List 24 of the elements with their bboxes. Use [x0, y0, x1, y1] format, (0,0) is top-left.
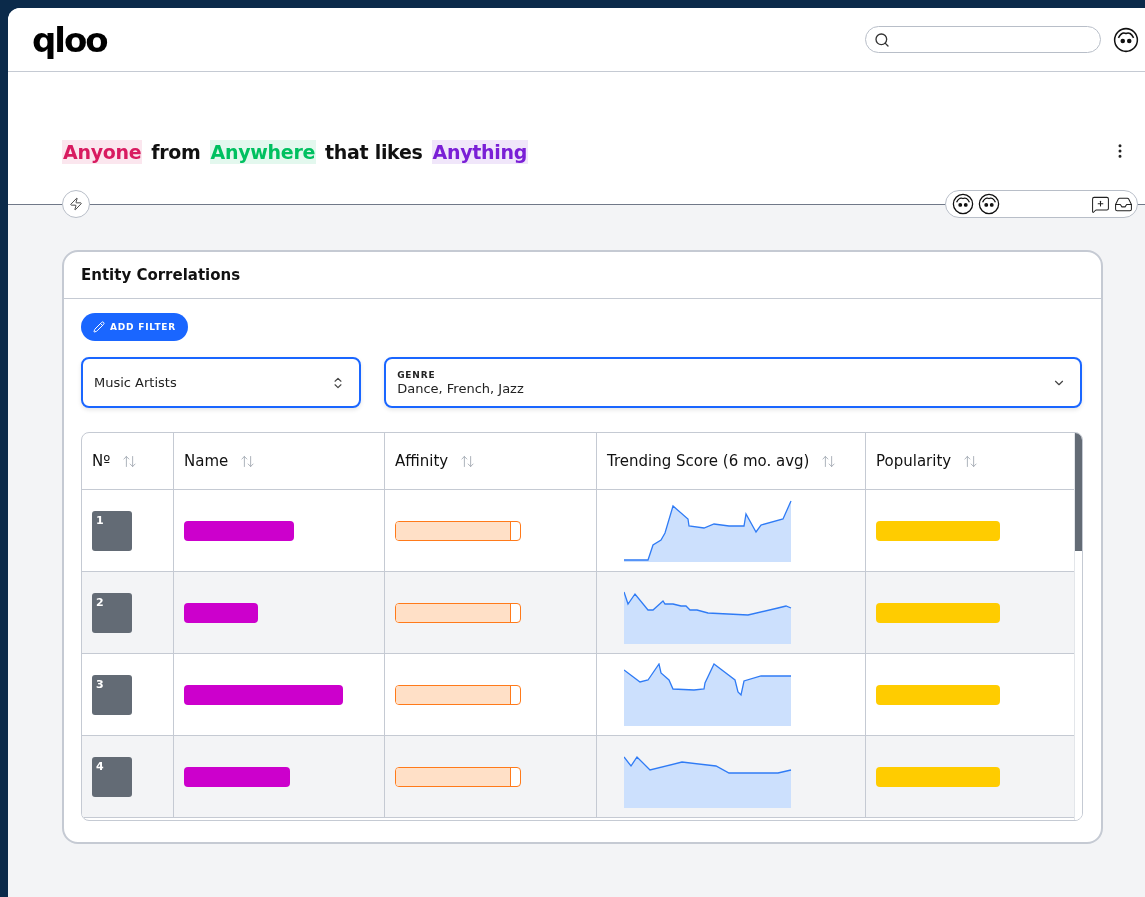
lightning-icon [69, 197, 83, 211]
face-icon[interactable] [952, 193, 974, 215]
lightning-button[interactable] [62, 190, 90, 218]
avatar-icon[interactable] [1113, 26, 1139, 53]
search-icon [874, 31, 890, 48]
add-filter-button[interactable]: ADD FILTER [81, 313, 188, 341]
title-text: that likes [325, 141, 423, 163]
audience-chip[interactable]: Anyone [62, 140, 143, 164]
pencil-icon [93, 321, 105, 333]
card-title: Entity Correlations [64, 252, 1101, 299]
genre-select[interactable]: GENRE Dance, French, Jazz [384, 357, 1082, 408]
add-comment-icon[interactable] [1091, 194, 1110, 214]
rank-badge: 3 [92, 674, 132, 715]
logo[interactable]: qloo [32, 22, 107, 57]
rank-badge: 4 [92, 756, 132, 797]
audience-chip[interactable]: Anything [431, 140, 528, 164]
scrollbar-track[interactable] [1074, 433, 1082, 820]
rank-badge: 1 [92, 510, 132, 551]
rank-badge: 2 [92, 592, 132, 633]
search-field[interactable] [865, 26, 1101, 53]
title-text: from [151, 141, 201, 163]
type-select[interactable]: Music Artists [81, 357, 362, 408]
scrollbar-thumb[interactable] [1075, 433, 1082, 551]
face-icon[interactable] [978, 193, 1000, 215]
